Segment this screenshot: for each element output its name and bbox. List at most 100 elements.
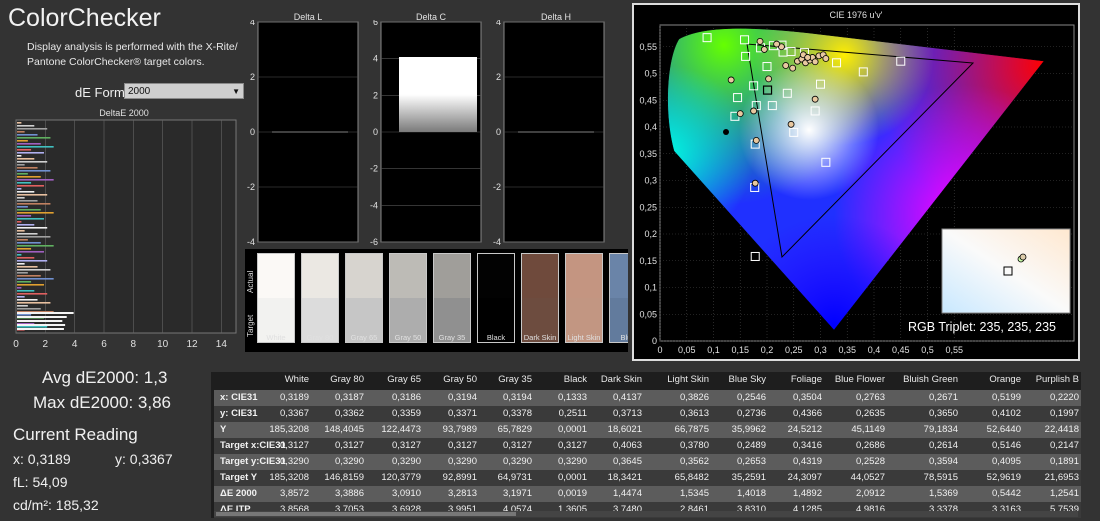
table-cell: 0,3650 [928,408,958,419]
table-cell: 64,9731 [497,472,532,483]
table-row: Target Y 185,3208 146,8159 120,3779 92,8991 6… [214,470,1081,486]
de-x-tick: 12 [186,339,198,350]
swatch-actual [434,254,470,298]
swatch-gray-80[interactable] [301,253,339,343]
table-column-header[interactable]: Black [527,374,587,385]
de-bar [17,218,44,220]
current-fl: fL: 54,09 [13,474,68,490]
horizontal-scrollbar[interactable] [214,511,1078,517]
table-column-header[interactable]: Gray 35 [472,374,532,385]
table-cell: 0,2220 [1049,392,1079,403]
cie-measured-marker [750,107,758,115]
swatch-black[interactable] [477,253,515,343]
de-bar [17,293,48,295]
table-cell: 66,7875 [674,424,709,435]
table-cell: 0,3780 [679,440,709,451]
swatch-gray-50[interactable] [389,253,427,343]
table-cell: 24,5212 [787,424,822,435]
table-cell: 0,5442 [991,488,1021,499]
table-column-header[interactable]: Dark Skin [582,374,642,385]
swatch-dark-skin[interactable] [521,253,559,343]
de-bar [17,284,44,286]
table-cell: 0,1891 [1049,456,1079,467]
description-line-2: Pantone ColorChecker® target colors. [27,56,205,68]
swatch-blue[interactable] [609,253,628,343]
swatch-gray-65[interactable] [345,253,383,343]
de-bar [17,134,38,136]
delta-h-chart: 4 2 0 -2 -4 [493,20,605,247]
de-bar [17,143,41,145]
table-cell: 0,3290 [391,456,421,467]
table-cell: 0,3127 [334,440,364,451]
swatch-label: Gray 80 [306,333,334,342]
table-column-header[interactable]: Blue Flower [825,374,885,385]
table-column-header[interactable]: Gray 65 [361,374,421,385]
swatch-gray-35[interactable] [433,253,471,343]
table-cell: 0,3127 [391,440,421,451]
table-cell: 78,5915 [923,472,958,483]
de-bar [17,197,25,199]
scrollbar-thumb[interactable] [216,512,516,516]
table-cell: 2,0912 [855,488,885,499]
cie-measured-marker [756,38,764,45]
swatch-actual [522,254,558,298]
max-de2000: Max dE2000: 3,86 [33,393,171,412]
swatch-light-skin[interactable] [565,253,603,343]
cie-measured-marker [736,110,744,118]
swatch-actual [610,254,628,298]
table-cell: 0,4137 [612,392,642,403]
delta-y-tick: -2 [370,164,378,174]
table-column-header[interactable]: Gray 80 [304,374,364,385]
table-cell: 0,2671 [928,392,958,403]
table-row: Y 185,3208 148,4045 122,4473 93,7989 65,7829 0… [214,422,1081,438]
swatch-actual [346,254,382,298]
table-cell: 0,3416 [792,440,822,451]
delta-y-tick: 6 [373,20,378,27]
table-cell: 79,1834 [923,424,958,435]
de-bar [17,245,54,247]
page-title: ColorChecker [8,4,161,32]
cie-title: CIE 1976 u'v' [830,10,883,20]
cie-x-tick: 0,05 [678,345,696,355]
cie-measured-marker [752,136,760,144]
delta-l-chart: 4 2 0 -2 -4 [247,20,359,247]
delta-y-tick: 0 [496,127,501,137]
delta-y-tick: -4 [370,200,378,210]
table-column-header[interactable]: Orange [961,374,1021,385]
table-column-header[interactable]: Light Skin [649,374,709,385]
swatch-label: White [266,333,286,342]
cie-diagram-frame: CIE 1976 u'v' 0 0,05 0,1 0,15 0,2 0,25 0,3 0,35… [632,3,1080,361]
de-bar [17,227,48,229]
swatch-actual [258,254,294,298]
table-cell: 0,2686 [855,440,885,451]
table-column-header[interactable]: Gray 50 [417,374,477,385]
table-cell: 0,3290 [557,456,587,467]
cie-x-tick: 0,15 [731,345,749,355]
de-bar [17,281,32,283]
de-bar [17,254,22,256]
delta-y-tick: 2 [250,72,255,82]
table-cell: 0,0001 [557,424,587,435]
formula-dropdown[interactable]: 2000 ▼ [124,83,244,99]
table-cell: 0,3290 [502,456,532,467]
cie-measured-marker [751,179,759,187]
de-bar [17,146,54,148]
table-cell: 0,0001 [557,472,587,483]
de-bar [17,242,41,244]
de-bar [17,287,22,289]
table-column-header[interactable]: Foliage [762,374,822,385]
table-cell: 18,6021 [607,424,642,435]
table-column-header[interactable]: Blue Sky [706,374,767,385]
table-cell: 92,8991 [442,472,477,483]
cie-x-tick: 0,4 [868,345,881,355]
cie-measured-marker [822,55,830,62]
swatch-white[interactable] [257,253,295,343]
de-bar [17,212,54,214]
de-bar [17,266,38,268]
table-column-header[interactable]: White [249,374,309,385]
table-cell: 0,3186 [391,392,421,403]
de-bar [17,221,22,223]
table-column-header[interactable]: Bluish Green [898,374,958,385]
table-column-header[interactable]: Purplish B [1019,374,1079,385]
table-cell: 0,3826 [679,392,709,403]
